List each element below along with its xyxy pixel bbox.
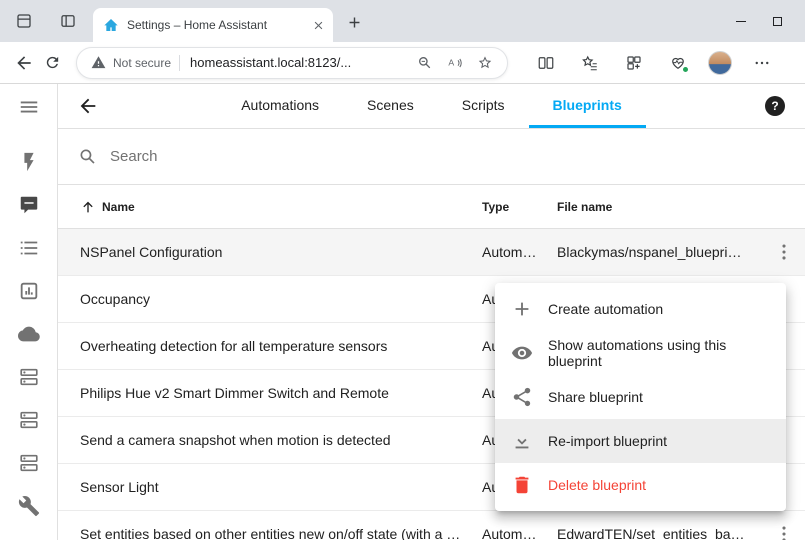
maximize-button[interactable] — [759, 0, 796, 42]
tab-scenes[interactable]: Scenes — [343, 84, 438, 128]
browser-toolbar: Not secure homeassistant.local:8123/... … — [0, 42, 805, 84]
url-text[interactable]: homeassistant.local:8123/... — [190, 55, 407, 70]
address-bar[interactable]: Not secure homeassistant.local:8123/... … — [76, 47, 508, 79]
tab-title: Settings – Home Assistant — [127, 18, 309, 32]
favorites-icon[interactable] — [576, 49, 604, 77]
tab-automations[interactable]: Automations — [217, 84, 343, 128]
row-file: Blackymas/nspanel_blueprin… — [557, 244, 763, 260]
row-type: Autom… — [482, 526, 557, 540]
browser-tab-strip: Settings – Home Assistant — [0, 0, 805, 42]
menu-item-label: Create automation — [548, 301, 663, 317]
zoom-icon[interactable] — [413, 51, 437, 75]
browser-tab[interactable]: Settings – Home Assistant — [93, 8, 333, 42]
browser-essentials-icon[interactable] — [664, 49, 692, 77]
column-header-name[interactable]: Name — [80, 199, 482, 215]
refresh-icon[interactable] — [38, 49, 66, 77]
search-bar — [58, 129, 805, 185]
browser-menu-icon[interactable] — [748, 49, 776, 77]
new-tab-button[interactable] — [344, 12, 364, 32]
row-name: Send a camera snapshot when motion is de… — [80, 432, 482, 448]
close-button[interactable] — [796, 0, 805, 42]
essentials-status-dot — [682, 66, 689, 73]
logbook-icon[interactable] — [17, 236, 41, 260]
tab-close-icon[interactable] — [309, 16, 327, 34]
tab-scripts[interactable]: Scripts — [438, 84, 529, 128]
help-icon[interactable]: ? — [765, 96, 785, 116]
svg-text:A: A — [448, 57, 454, 67]
table-header: Name Type File name — [58, 185, 805, 229]
row-type: Autom… — [482, 244, 557, 260]
plus-icon — [511, 298, 533, 320]
ha-back-icon[interactable] — [76, 94, 100, 118]
ha-sidebar — [0, 84, 58, 540]
server-1-icon[interactable] — [17, 365, 41, 389]
window-controls — [722, 0, 805, 42]
energy-icon[interactable] — [17, 150, 41, 174]
menu-item-share-blueprint[interactable]: Share blueprint — [495, 375, 786, 419]
extensions-icon[interactable] — [620, 49, 648, 77]
security-label: Not secure — [113, 56, 171, 70]
media-icon[interactable] — [17, 193, 41, 217]
ha-tab-bar: Automations Scenes Scripts Blueprints — [58, 84, 805, 128]
eye-icon — [511, 342, 533, 364]
sidebar-nav — [17, 150, 41, 518]
cloud-icon[interactable] — [17, 322, 41, 346]
browser-window: Settings – Home Assistant N — [0, 0, 805, 540]
table-row[interactable]: NSPanel Configuration Autom… Blackymas/n… — [58, 229, 805, 276]
menu-item-show-automations[interactable]: Show automations using this blueprint — [495, 331, 786, 375]
workspaces-icon[interactable] — [14, 11, 34, 31]
column-header-type[interactable]: Type — [482, 200, 557, 214]
download-icon — [511, 430, 533, 452]
row-name: Occupancy — [80, 291, 482, 307]
blueprint-context-menu: Create automation Show automations using… — [495, 283, 786, 511]
history-icon[interactable] — [17, 279, 41, 303]
server-3-icon[interactable] — [17, 451, 41, 475]
menu-item-delete-blueprint[interactable]: Delete blueprint — [495, 463, 786, 507]
row-name: NSPanel Configuration — [80, 244, 482, 260]
trash-icon — [511, 474, 533, 496]
menu-item-label: Show automations using this blueprint — [548, 337, 770, 369]
menu-item-label: Delete blueprint — [548, 477, 646, 493]
share-icon — [511, 386, 533, 408]
row-overflow-menu-icon[interactable] — [763, 241, 805, 263]
tab-blueprints[interactable]: Blueprints — [529, 84, 646, 128]
sidebar-menu-icon[interactable] — [17, 95, 41, 119]
not-secure-warning-icon[interactable] — [91, 55, 106, 70]
menu-item-reimport-blueprint[interactable]: Re-import blueprint — [495, 419, 786, 463]
search-icon — [78, 147, 98, 167]
row-name: Sensor Light — [80, 479, 482, 495]
read-aloud-icon[interactable]: A — [443, 51, 467, 75]
row-overflow-menu-icon[interactable] — [763, 523, 805, 540]
row-name: Philips Hue v2 Smart Dimmer Switch and R… — [80, 385, 482, 401]
row-file: EdwardTEN/set_entities_bas… — [557, 526, 763, 540]
vertical-tabs-icon[interactable] — [58, 11, 78, 31]
split-screen-icon[interactable] — [532, 49, 560, 77]
developer-tools-icon[interactable] — [17, 494, 41, 518]
home-assistant-favicon-icon — [103, 17, 119, 33]
server-2-icon[interactable] — [17, 408, 41, 432]
back-icon[interactable] — [10, 49, 38, 77]
sort-ascending-icon — [80, 199, 96, 215]
favorite-star-icon[interactable] — [473, 51, 497, 75]
profile-avatar[interactable] — [708, 51, 732, 75]
ha-header: Automations Scenes Scripts Blueprints ? — [58, 84, 805, 129]
minimize-button[interactable] — [722, 0, 759, 42]
search-input[interactable] — [110, 148, 789, 165]
column-header-file[interactable]: File name — [557, 200, 763, 214]
menu-item-label: Re-import blueprint — [548, 433, 667, 449]
address-divider — [179, 55, 180, 71]
row-name: Overheating detection for all temperatur… — [80, 338, 482, 354]
menu-item-create-automation[interactable]: Create automation — [495, 287, 786, 331]
toolbar-actions — [516, 49, 776, 77]
menu-item-label: Share blueprint — [548, 389, 643, 405]
table-row[interactable]: Set entities based on other entities new… — [58, 511, 805, 540]
row-name: Set entities based on other entities new… — [80, 526, 482, 540]
